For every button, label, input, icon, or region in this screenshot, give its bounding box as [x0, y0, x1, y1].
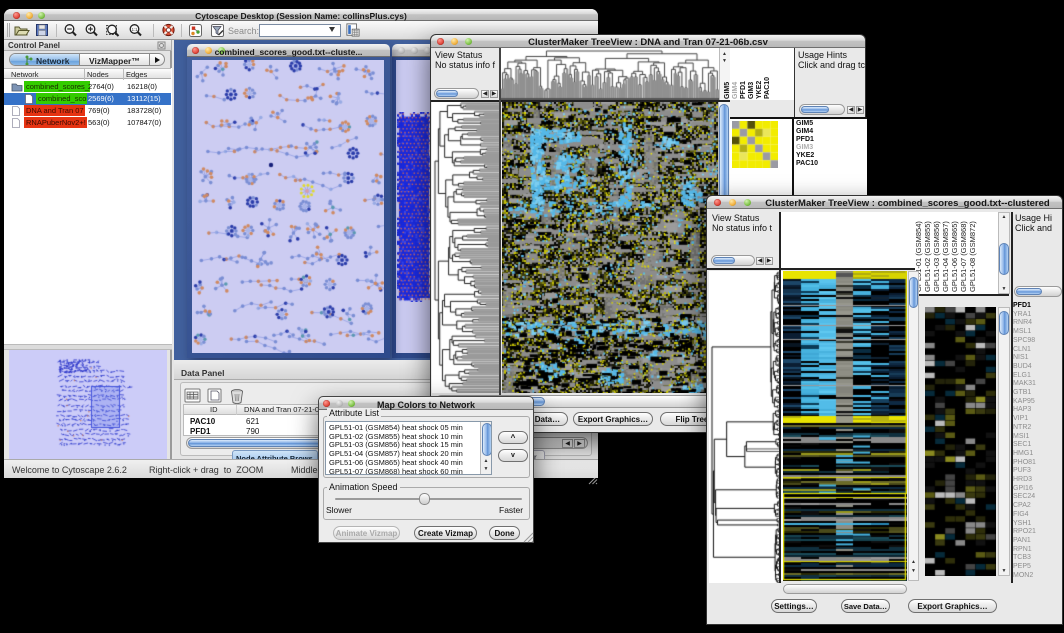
svg-text:1:1: 1:1 [132, 27, 138, 32]
